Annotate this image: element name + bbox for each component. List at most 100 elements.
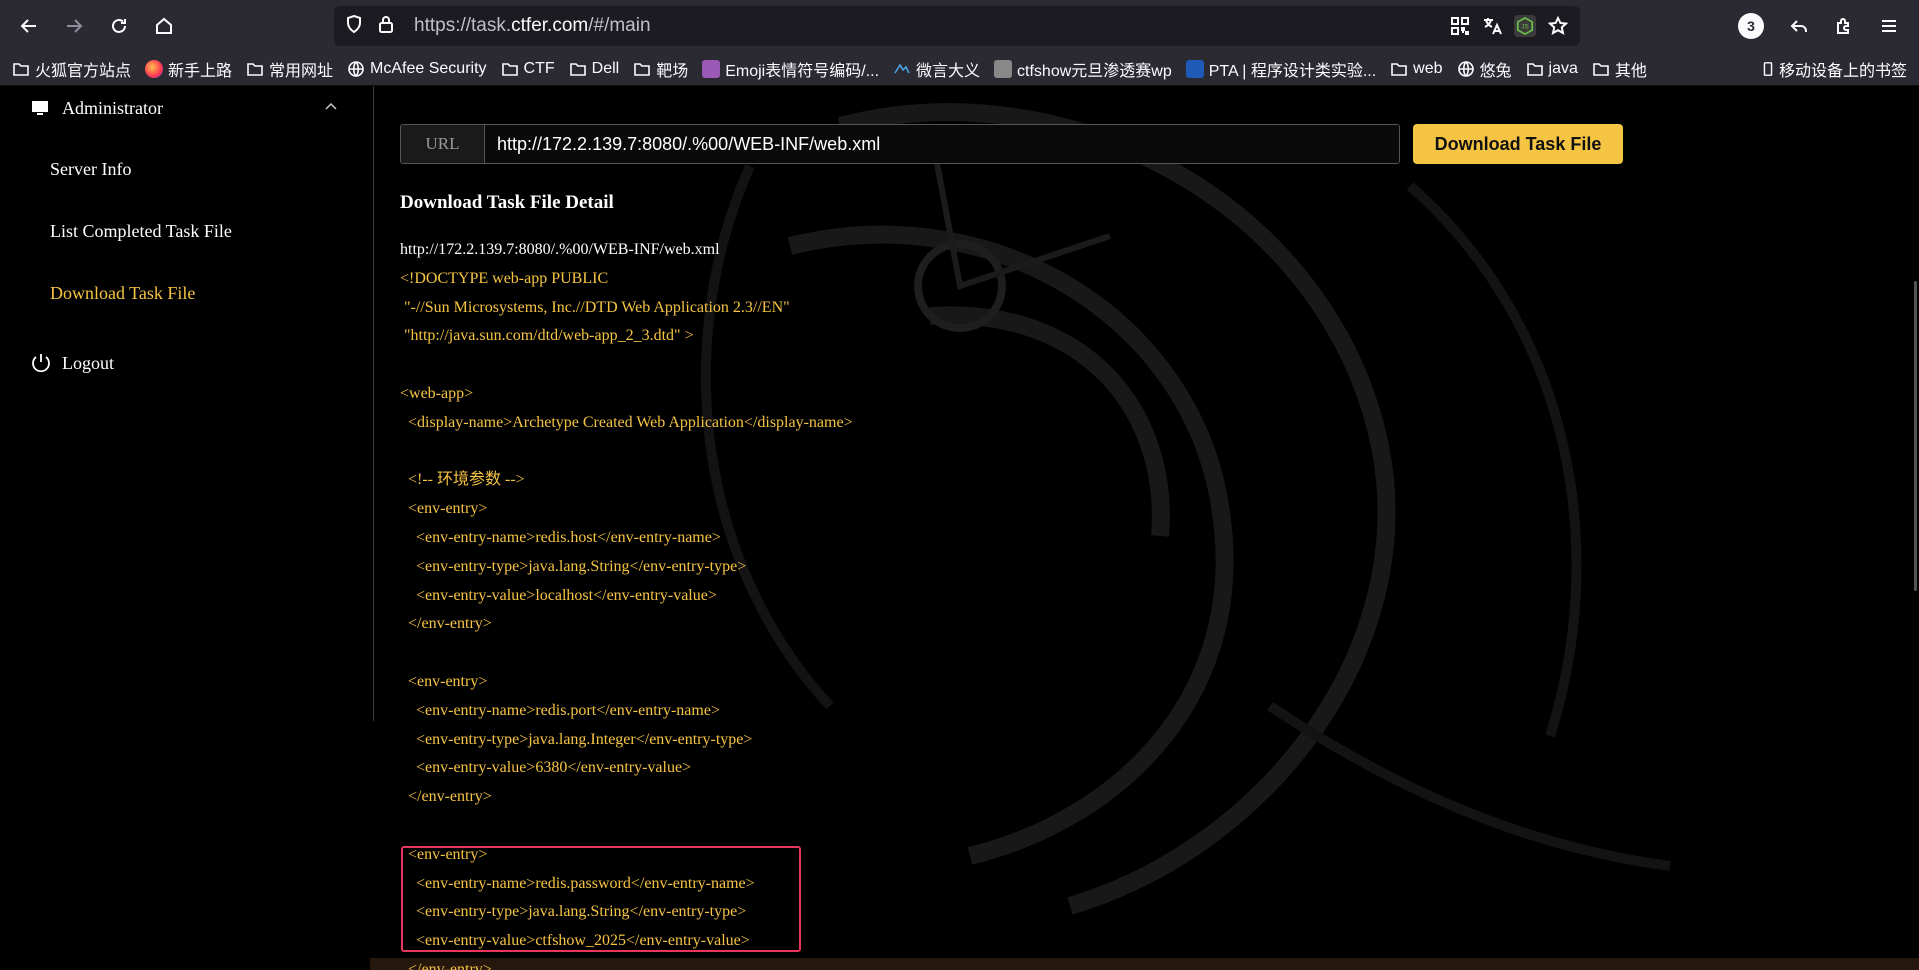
url-input[interactable] xyxy=(485,125,1399,163)
bookmark-item[interactable]: 悠兔 xyxy=(1457,57,1512,81)
folder-icon xyxy=(1391,62,1407,76)
code-line: "-//Sun Microsystems, Inc.//DTD Web Appl… xyxy=(400,298,790,316)
url-host: ctfer.com xyxy=(511,15,589,36)
bookmark-item[interactable]: java xyxy=(1526,60,1578,78)
bookmark-item[interactable]: 新手上路 xyxy=(145,57,232,81)
translate-icon[interactable] xyxy=(1482,16,1502,41)
site-icon xyxy=(994,59,1013,78)
logout-label: Logout xyxy=(62,352,114,373)
bookmark-item[interactable]: 微言大义 xyxy=(893,57,980,81)
code-line: </env-entry> xyxy=(400,960,492,970)
browser-toolbar: https://task.ctfer.com/#/main JS 3 xyxy=(0,0,1919,52)
bookmark-item[interactable]: Dell xyxy=(569,60,619,78)
nodejs-extension-icon[interactable]: JS xyxy=(1514,15,1536,37)
url-prefix: https://task. xyxy=(414,15,512,36)
bookmark-item[interactable]: ctfshow元旦渗透赛wp xyxy=(994,57,1172,81)
bird-icon xyxy=(894,62,910,73)
monitor-icon xyxy=(32,101,48,115)
folder-icon xyxy=(13,62,29,76)
folder-icon xyxy=(1593,62,1609,76)
code-line: <!DOCTYPE web-app PUBLIC xyxy=(400,269,609,287)
undo-button[interactable] xyxy=(1784,11,1814,41)
page-content: Administrator Server Info List Completed… xyxy=(0,86,1919,970)
code-line: <env-entry> xyxy=(400,672,488,690)
puzzle-icon xyxy=(1837,18,1849,34)
globe-icon xyxy=(1457,60,1474,77)
notification-badge[interactable]: 3 xyxy=(1738,13,1764,39)
bookmark-item[interactable]: 靶场 xyxy=(633,57,688,81)
code-line: <env-entry-value>localhost</env-entry-va… xyxy=(400,586,717,604)
bookmark-item[interactable]: 其他 xyxy=(1592,57,1647,81)
chevron-up-icon xyxy=(325,102,337,110)
url-text[interactable]: https://task.ctfer.com/#/main xyxy=(414,15,651,37)
bookmark-item[interactable]: PTA | 程序设计类实验... xyxy=(1185,57,1376,81)
mobile-bookmarks[interactable]: 移动设备上的书签 xyxy=(1760,52,1907,86)
qr-code-icon[interactable] xyxy=(1450,16,1470,41)
scrollbar[interactable] xyxy=(1914,281,1917,591)
bookmark-item[interactable]: web xyxy=(1390,60,1443,78)
download-task-file-button[interactable]: Download Task File xyxy=(1413,124,1623,164)
code-line: <env-entry> xyxy=(400,500,488,518)
back-button[interactable] xyxy=(14,11,44,41)
bookmark-item[interactable]: Emoji表情符号编码/... xyxy=(702,57,879,81)
bookmark-item[interactable]: 常用网址 xyxy=(246,57,333,81)
logout-button[interactable]: Logout xyxy=(30,352,114,374)
emoji-site-icon xyxy=(702,59,721,78)
code-line: </env-entry> xyxy=(400,788,492,806)
folder-icon xyxy=(501,62,518,76)
home-icon xyxy=(156,17,172,34)
code-line: <env-entry-type>java.lang.String</env-en… xyxy=(400,557,747,575)
mobile-icon xyxy=(1763,62,1773,76)
sidebar-header-administrator[interactable]: Administrator xyxy=(30,94,350,122)
star-icon[interactable] xyxy=(1547,15,1569,41)
url-suffix: /#/main xyxy=(588,15,651,36)
extensions-button[interactable] xyxy=(1829,11,1859,41)
code-line: "http://java.sun.com/dtd/web-app_2_3.dtd… xyxy=(400,327,694,345)
firefox-icon xyxy=(145,59,164,78)
detail-title: Download Task File Detail xyxy=(400,192,614,213)
bookmarks-bar: 火狐官方站点 新手上路 常用网址 McAfee Security CTF Del… xyxy=(0,52,1919,86)
code-line: <env-entry-type>java.lang.Integer</env-e… xyxy=(400,730,753,748)
code-line: </env-entry> xyxy=(400,615,492,633)
code-line: <display-name>Archetype Created Web Appl… xyxy=(400,413,853,431)
highlight-box xyxy=(401,846,801,952)
code-line: <web-app> xyxy=(400,384,474,402)
power-icon xyxy=(32,354,50,373)
shield-icon[interactable] xyxy=(344,14,364,39)
code-line: <!-- 环境参数 --> xyxy=(400,471,525,489)
folder-icon xyxy=(569,62,586,76)
sidebar-item-download-task-file[interactable]: Download Task File xyxy=(50,283,195,304)
forward-button[interactable] xyxy=(59,11,89,41)
folder-icon xyxy=(1526,62,1543,76)
menu-button[interactable] xyxy=(1874,11,1904,41)
sidebar-header-label: Administrator xyxy=(62,97,163,118)
arrow-right-icon xyxy=(67,19,83,33)
code-line: <env-entry-name>redis.port</env-entry-na… xyxy=(400,701,720,719)
hamburger-icon xyxy=(1882,20,1896,32)
code-line: <env-entry-name>redis.host</env-entry-na… xyxy=(400,528,721,546)
address-bar[interactable]: https://task.ctfer.com/#/main JS xyxy=(334,6,1580,46)
svg-text:JS: JS xyxy=(1521,24,1528,31)
bookmark-item[interactable]: 火狐官方站点 xyxy=(12,57,131,81)
sidebar-item-list-completed-task-file[interactable]: List Completed Task File xyxy=(50,221,232,242)
folder-icon xyxy=(634,62,651,76)
reload-icon xyxy=(112,18,126,33)
code-line: <env-entry-value>6380</env-entry-value> xyxy=(400,759,692,777)
bookmark-item[interactable]: McAfee Security xyxy=(347,60,487,78)
bookmark-item[interactable]: CTF xyxy=(501,60,555,78)
lock-icon[interactable] xyxy=(376,14,396,39)
url-label: URL xyxy=(401,125,485,163)
sidebar-item-server-info[interactable]: Server Info xyxy=(50,159,131,180)
reload-button[interactable] xyxy=(104,11,134,41)
globe-icon xyxy=(348,60,364,77)
undo-icon xyxy=(1790,20,1807,32)
home-button[interactable] xyxy=(149,11,179,41)
pta-icon xyxy=(1185,59,1204,78)
sidebar: Administrator Server Info List Completed… xyxy=(0,86,374,721)
url-input-group: URL xyxy=(400,124,1400,164)
file-url-line: http://172.2.139.7:8080/.%00/WEB-INF/web… xyxy=(400,241,720,258)
